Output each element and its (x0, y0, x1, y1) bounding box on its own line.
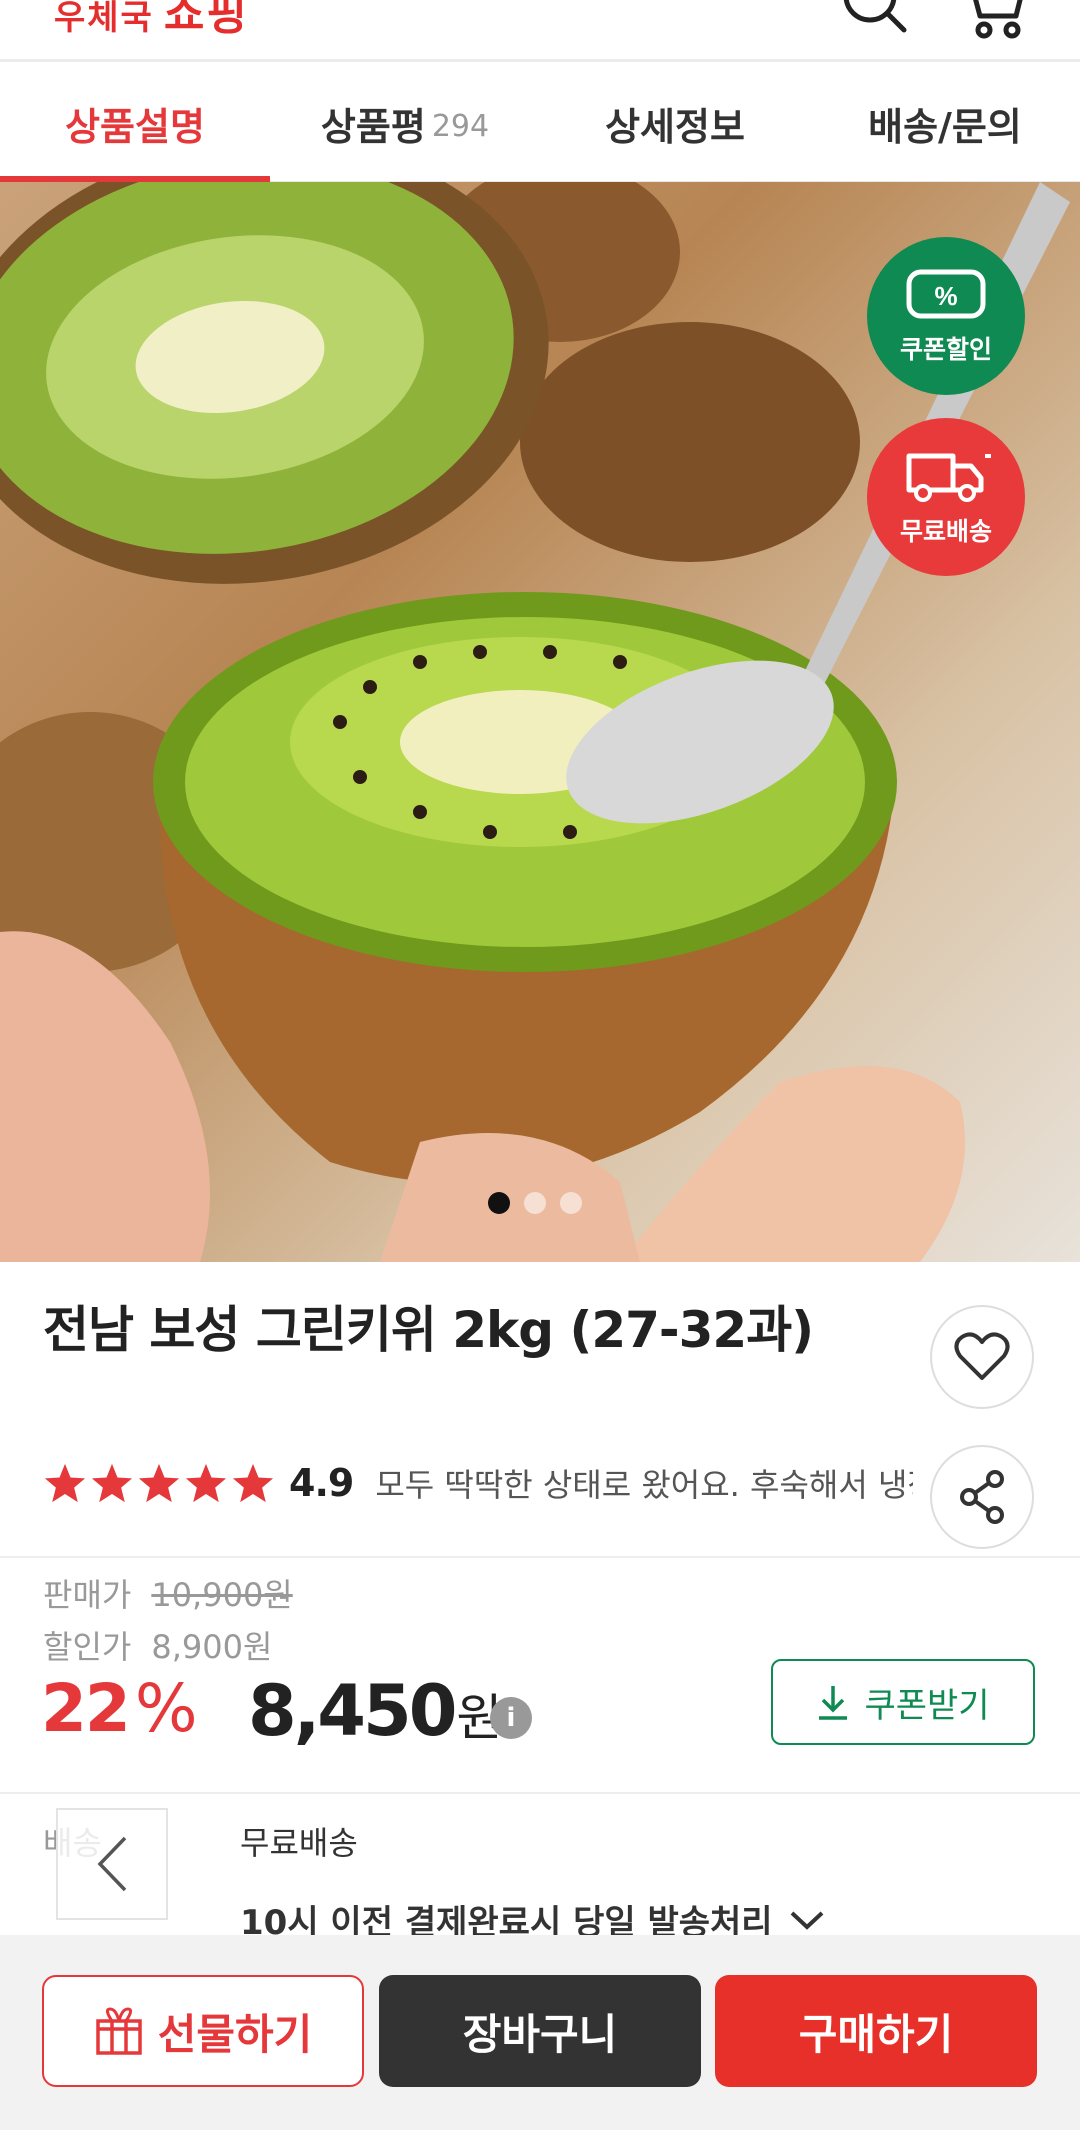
gift-icon (95, 2007, 142, 2055)
product-image-carousel[interactable]: % 쿠폰할인 무료배송 (0, 182, 1080, 1262)
truck-icon (906, 453, 991, 502)
get-coupon-button[interactable]: 쿠폰받기 (771, 1659, 1035, 1745)
cart-button-label: 장바구니 (462, 2009, 618, 2059)
price-info-icon[interactable]: i (490, 1697, 532, 1739)
sale-price-value: 10,900원 (151, 1576, 293, 1614)
carousel-dot[interactable] (524, 1192, 546, 1214)
free-shipping-badge: 무료배송 (867, 418, 1025, 576)
tab-reviews[interactable]: 상품평 294 (270, 65, 540, 181)
buy-button-label: 구매하기 (798, 2009, 954, 2059)
final-price: 8,450원 (248, 1670, 502, 1752)
gift-button[interactable]: 선물하기 (42, 1975, 364, 2087)
tab-shipping-label: 배송/문의 (868, 104, 1022, 149)
buy-now-button[interactable]: 구매하기 (715, 1975, 1037, 2087)
search-icon[interactable] (838, 0, 912, 46)
coupon-ticket-icon: % (906, 269, 986, 319)
carousel-dot[interactable] (560, 1192, 582, 1214)
app-header: 우체국 쇼핑 (0, 0, 1080, 62)
heart-icon (954, 1332, 1010, 1380)
star-icon (232, 1463, 274, 1503)
share-icon (960, 1470, 1004, 1524)
coupon-percent-symbol: % (934, 281, 957, 311)
product-title: 전남 보성 그린키위 2kg (27-32과) (43, 1301, 814, 1359)
discount-price-row: 할인가 8,900원 (43, 1622, 272, 1668)
star-icon (44, 1463, 86, 1503)
bottom-action-bar: 선물하기 장바구니 구매하기 (0, 1935, 1080, 2130)
cart-icon[interactable] (958, 0, 1028, 46)
carousel-indicator (488, 1192, 582, 1214)
tab-description-label: 상품설명 (65, 104, 205, 149)
section-divider (0, 1556, 1080, 1558)
rating-summary[interactable]: 4.9 모두 딱딱한 상태로 왔어요. 후숙해서 냉장보관하면 더 맛있어요 (43, 1460, 913, 1506)
logo[interactable]: 우체국 쇼핑 (54, 0, 249, 42)
discount-price-value: 8,900원 (151, 1628, 273, 1666)
carousel-dot[interactable] (488, 1192, 510, 1214)
review-snippet: 모두 딱딱한 상태로 왔어요. 후숙해서 냉장보관하면 더 맛있어요 (375, 1466, 913, 1504)
review-count: 294 (431, 108, 490, 144)
chevron-down-icon (790, 1911, 823, 1930)
final-price-amount: 8,450 (248, 1670, 457, 1752)
discount-rate-value: 22 (41, 1670, 131, 1747)
shipping-badge-label: 무료배송 (899, 517, 992, 546)
tab-details[interactable]: 상세정보 (540, 65, 810, 181)
star-icon (185, 1463, 227, 1503)
product-tabs: 상품설명 상품평 294 상세정보 배송/문의 (0, 65, 1080, 182)
percent-sign: % (134, 1670, 198, 1747)
star-icon (91, 1463, 133, 1503)
logo-small-text: 우체국 (54, 0, 154, 38)
star-icon (138, 1463, 180, 1503)
share-button[interactable] (930, 1445, 1034, 1549)
tab-reviews-label: 상품평 (320, 104, 426, 149)
chevron-left-icon (97, 1836, 127, 1892)
coupon-badge-label: 쿠폰할인 (899, 335, 992, 364)
coupon-discount-badge: % 쿠폰할인 (867, 237, 1025, 395)
add-to-cart-button[interactable]: 장바구니 (379, 1975, 701, 2087)
logo-main-text: 쇼핑 (163, 0, 249, 40)
discount-price-label: 할인가 (43, 1628, 132, 1666)
rating-stars (43, 1462, 275, 1504)
download-icon (819, 1686, 848, 1720)
gift-button-label: 선물하기 (157, 2009, 313, 2059)
tab-shipping-inquiry[interactable]: 배송/문의 (810, 65, 1080, 181)
discount-rate: 22% (41, 1670, 198, 1747)
tab-description[interactable]: 상품설명 (0, 65, 270, 182)
rating-score: 4.9 (289, 1461, 354, 1505)
back-button[interactable] (56, 1808, 168, 1920)
section-divider (0, 1792, 1080, 1794)
wishlist-button[interactable] (930, 1305, 1034, 1409)
get-coupon-label: 쿠폰받기 (864, 1685, 990, 1726)
tab-details-label: 상세정보 (605, 104, 745, 149)
sale-price-label: 판매가 (43, 1576, 132, 1614)
original-price-row: 판매가 10,900원 (43, 1570, 293, 1616)
shipping-value: 무료배송 (240, 1824, 358, 1862)
